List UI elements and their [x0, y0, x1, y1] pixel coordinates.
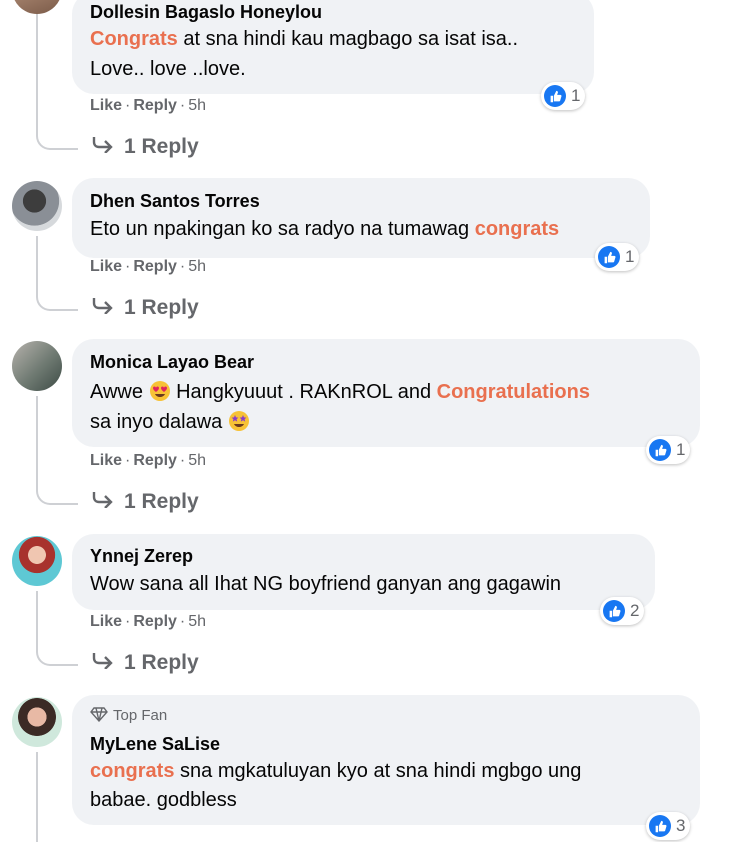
avatar[interactable]: [12, 341, 62, 391]
reply-arrow-icon: [92, 296, 116, 320]
comment-actions: Like · Reply · 5h: [90, 613, 207, 630]
comment-text: Congrats at sna hindi kau magbago sa isa…: [90, 28, 519, 50]
reply-thread-line: [36, 236, 78, 311]
like-button[interactable]: Like: [90, 258, 122, 275]
reply-button[interactable]: Reply: [133, 97, 177, 114]
comment-text: Eto un npakingan ko sa radyo na tumawag …: [90, 218, 560, 240]
comment-author[interactable]: Ynnej Zerep: [90, 546, 193, 567]
comment-actions: Like · Reply · 5h: [90, 258, 207, 275]
reaction-count: 2: [630, 601, 640, 620]
diamond-icon: [90, 707, 108, 726]
comment-text-line: Love.. love ..love.: [90, 58, 246, 80]
comment-author[interactable]: Dollesin Bagaslo Honeylou: [90, 2, 322, 23]
highlight-text: Congratulations: [436, 381, 590, 403]
view-replies-link[interactable]: 1 Reply: [92, 135, 199, 159]
thumbs-up-icon: [544, 85, 566, 107]
reply-button[interactable]: Reply: [133, 258, 177, 275]
reaction-count: 1: [571, 86, 581, 105]
view-replies-link[interactable]: 1 Reply: [92, 296, 199, 320]
reaction-summary[interactable]: 1: [595, 243, 640, 271]
thumbs-up-icon: [649, 439, 671, 461]
reply-button[interactable]: Reply: [133, 452, 177, 469]
comment-text: Wow sana all Ihat NG boyfriend ganyan an…: [90, 573, 562, 595]
like-button[interactable]: Like: [90, 452, 122, 469]
avatar[interactable]: [12, 697, 62, 747]
view-replies-link[interactable]: 1 Reply: [92, 490, 199, 514]
thumbs-up-icon: [598, 246, 620, 268]
comment-timestamp: 5h: [188, 97, 207, 114]
heart-eyes-emoji-icon: [149, 380, 171, 408]
comment-author[interactable]: MyLene SaLise: [90, 734, 220, 755]
reaction-summary[interactable]: 1: [541, 82, 586, 110]
top-fan-badge: Top Fan: [90, 707, 167, 726]
comment-actions: Like · Reply · 5h: [90, 452, 207, 469]
avatar[interactable]: [12, 536, 62, 586]
reaction-count: 1: [625, 247, 635, 266]
comment-author[interactable]: Dhen Santos Torres: [90, 191, 260, 212]
view-replies-link[interactable]: 1 Reply: [92, 651, 199, 675]
like-button[interactable]: Like: [90, 613, 122, 630]
comment-text: Awwe Hangkyuuut . RAKnROL and Congratula…: [90, 380, 590, 408]
reaction-count: 1: [676, 440, 686, 459]
reaction-count: 3: [676, 816, 686, 835]
comment-text-line: sa inyo dalawa: [90, 410, 250, 438]
highlight-text: congrats: [474, 218, 560, 240]
thumbs-up-icon: [603, 600, 625, 622]
comment-timestamp: 5h: [188, 258, 207, 275]
avatar[interactable]: [12, 181, 62, 231]
reply-button[interactable]: Reply: [133, 613, 177, 630]
like-button[interactable]: Like: [90, 97, 122, 114]
reply-arrow-icon: [92, 651, 116, 675]
reply-arrow-icon: [92, 135, 116, 159]
reply-thread-line: [36, 591, 78, 666]
comment-actions: Like · Reply · 5h: [90, 97, 207, 114]
reaction-summary[interactable]: 3: [646, 812, 691, 840]
thumbs-up-icon: [649, 815, 671, 837]
highlight-text: congrats: [90, 760, 175, 782]
comment-text-line: babae. godbless: [90, 789, 237, 811]
comment-timestamp: 5h: [188, 613, 207, 630]
reaction-summary[interactable]: 1: [646, 436, 691, 464]
star-struck-emoji-icon: [228, 410, 250, 438]
reaction-summary[interactable]: 2: [600, 597, 645, 625]
comment-author[interactable]: Monica Layao Bear: [90, 352, 254, 373]
highlight-text: Congrats: [90, 28, 178, 50]
comment-text: congrats sna mgkatuluyan kyo at sna hind…: [90, 760, 582, 782]
comment-timestamp: 5h: [188, 452, 207, 469]
reply-arrow-icon: [92, 490, 116, 514]
reply-thread-line: [36, 752, 38, 842]
